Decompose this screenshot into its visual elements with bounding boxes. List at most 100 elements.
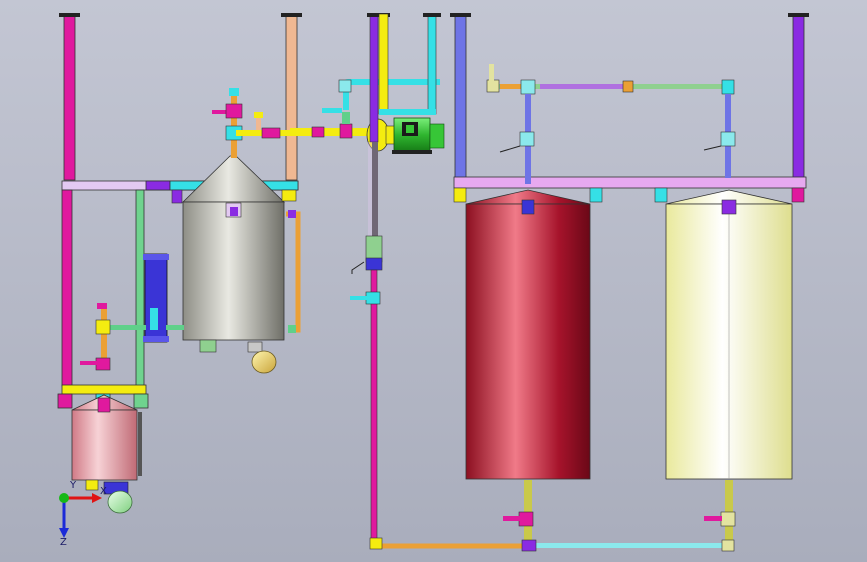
return-line-top <box>343 79 440 88</box>
y-axis-label: Y <box>69 480 77 491</box>
pipe <box>104 325 146 330</box>
z-axis-label: Z <box>60 537 67 548</box>
tank-drain-pipe <box>524 480 532 542</box>
motor-base <box>392 150 432 154</box>
valve-handle[interactable] <box>322 108 342 113</box>
tank-drain-pipe <box>725 480 733 542</box>
pipe-cap <box>788 13 809 17</box>
valve-stem <box>342 112 350 124</box>
valve-body[interactable] <box>519 131 535 147</box>
elbow <box>721 539 735 552</box>
center-vertical-pipe-violet[interactable] <box>369 13 379 143</box>
left-piping[interactable] <box>80 253 184 371</box>
right-frame-top-beam[interactable] <box>453 176 807 189</box>
drain-valve[interactable] <box>720 511 736 527</box>
red-storage-tank[interactable] <box>465 189 591 542</box>
pipe-cap <box>423 13 441 17</box>
center-piping[interactable] <box>350 13 441 541</box>
coordinate-triad: X Y Z <box>59 480 107 548</box>
drain-valve[interactable] <box>518 511 534 527</box>
bottom-pipe-cyan <box>530 543 726 548</box>
header-pipe-segment <box>540 84 630 89</box>
right-vertical-pipe-blue[interactable] <box>454 13 467 179</box>
tank-side-pipe <box>138 412 142 476</box>
frame-bracket <box>589 187 603 203</box>
terminal-cover <box>406 125 414 133</box>
frame-leg-magenta[interactable] <box>61 189 73 387</box>
pipe-tee <box>150 308 158 330</box>
sensor-cable <box>703 145 722 151</box>
pipe-fitting <box>288 210 296 218</box>
left-vertical-pipe-magenta[interactable] <box>63 13 76 181</box>
center-cross-pipe <box>379 109 436 115</box>
bottom-pipe-orange <box>371 539 528 549</box>
frame-leg-green[interactable] <box>135 189 145 387</box>
sensor-cable <box>351 261 365 274</box>
cream-storage-tank[interactable] <box>665 189 793 542</box>
check-valve[interactable] <box>339 123 353 139</box>
tank-inlet <box>521 199 535 215</box>
frame-bracket <box>654 187 668 203</box>
valve-handle[interactable] <box>704 516 722 521</box>
vertical-feed-pipe <box>231 90 237 158</box>
valve-handle[interactable] <box>503 516 521 521</box>
frame-foot <box>57 393 73 409</box>
pipe-cap <box>281 13 302 17</box>
pipe-cap <box>450 13 471 17</box>
frame-bracket <box>453 187 467 203</box>
center-vertical-pipe-yellow[interactable] <box>378 13 389 115</box>
pipe-fitting <box>288 325 296 333</box>
valve-body[interactable] <box>95 319 111 335</box>
valve-handle[interactable] <box>80 361 100 365</box>
agitator-motor-green[interactable] <box>103 481 133 514</box>
tank-nozzle-core <box>230 207 238 216</box>
tank-body[interactable] <box>182 201 285 341</box>
x-axis-label: X <box>100 486 107 497</box>
elbow <box>369 537 383 550</box>
frame-foot <box>133 393 149 409</box>
valve-body[interactable] <box>720 131 736 147</box>
frame-bracket <box>791 187 805 203</box>
red-tank-body[interactable] <box>465 203 591 480</box>
pipe <box>166 325 184 330</box>
centrifugal-pump-unit[interactable] <box>366 117 445 154</box>
left-vertical-pipe-peach[interactable] <box>285 13 298 181</box>
valve-handle[interactable] <box>254 112 263 118</box>
pipe-fitting <box>622 80 634 93</box>
elbow <box>338 79 352 93</box>
valve-body[interactable] <box>225 103 243 119</box>
valve-stem <box>256 116 261 130</box>
tank-outlet <box>199 339 217 353</box>
center-vertical-pipe-cyan[interactable] <box>427 13 437 115</box>
agitator-motor-yellow[interactable] <box>247 341 277 374</box>
pink-collection-tank[interactable] <box>71 394 142 514</box>
fitting <box>229 88 239 96</box>
valve-handle[interactable] <box>350 296 368 300</box>
right-frame[interactable] <box>450 13 809 203</box>
pipe-fitting <box>311 126 325 138</box>
elbow <box>721 79 735 95</box>
frame-bracket <box>171 189 183 204</box>
fitting <box>97 303 107 309</box>
tank-outlet <box>85 479 99 491</box>
right-vertical-pipe-violet[interactable] <box>792 13 805 179</box>
tank-level-sight-pipe[interactable] <box>286 211 301 333</box>
exchanger-cap <box>143 336 169 342</box>
vertical-drain-pipe <box>370 269 378 541</box>
bottom-header-pipe[interactable] <box>369 537 735 552</box>
sensor-cable <box>499 145 521 153</box>
exchanger-cap <box>143 254 169 260</box>
pipe-fitting <box>261 127 281 139</box>
piping-assembly-model[interactable]: X Y Z <box>0 0 867 562</box>
frame-bracket <box>281 189 297 202</box>
valve-body[interactable] <box>365 291 381 305</box>
tank-inlet <box>97 397 111 413</box>
cad-viewport[interactable]: X Y Z <box>0 0 867 562</box>
pipe-cross <box>520 79 536 95</box>
frame-bottom-beam-yellow[interactable] <box>61 384 147 395</box>
pink-tank-body[interactable] <box>71 409 138 481</box>
y-axis-origin <box>59 493 69 503</box>
right-top-piping[interactable] <box>486 64 736 184</box>
valve-stem <box>489 64 494 82</box>
flow-meter[interactable] <box>365 257 383 271</box>
